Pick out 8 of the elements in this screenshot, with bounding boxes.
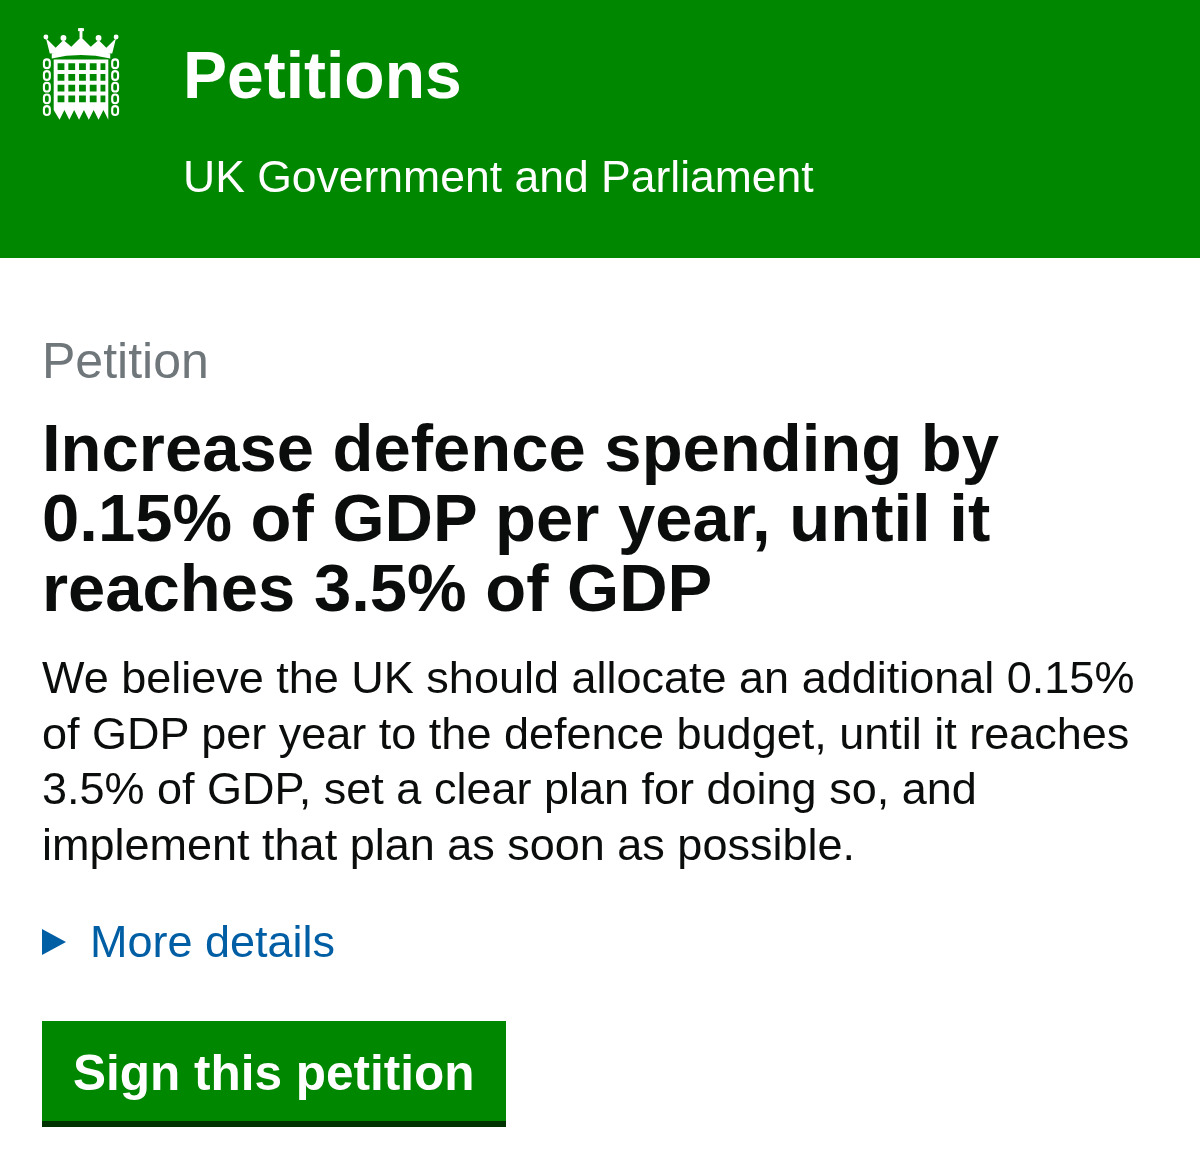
page-caption: Petition <box>42 333 209 389</box>
caret-right-icon[interactable] <box>42 928 66 955</box>
site-title[interactable]: Petitions <box>183 40 462 110</box>
petition-title: Increase defence spending by 0.15% of GDP per year, until it reaches 3.5% of GDP <box>42 413 1000 623</box>
more-details-link[interactable]: More details <box>90 916 336 967</box>
petition-description: We believe the UK should allocate an additional 0.15% of GDP per year to the defence budget, until it reaches 3.5% of GDP, set a clear plan for doing so, and implement that plan as soon as possible. <box>42 651 1136 873</box>
site-subtitle: UK Government and Parliament <box>183 152 814 202</box>
portcullis-icon <box>42 28 120 120</box>
